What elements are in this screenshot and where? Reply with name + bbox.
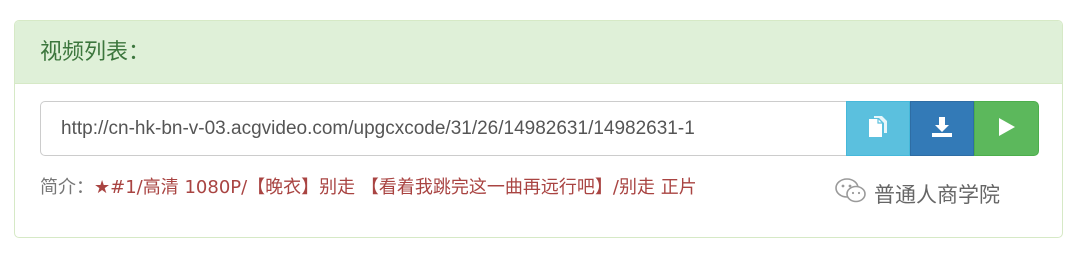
copy-icon [867,115,889,142]
download-icon [931,116,953,141]
intro-text: ★#1/高清 1080P/【晚衣】别走 【看着我跳完这一曲再远行吧】/别走 正片 [94,177,697,198]
url-input-group [40,101,1039,156]
download-button[interactable] [910,101,974,156]
copy-button[interactable] [846,101,910,156]
wechat-icon [834,177,874,210]
watermark-text: 普通人商学院 [874,182,1000,207]
play-icon [998,117,1016,140]
video-url-field[interactable] [40,101,846,156]
video-intro: 简介：★#1/高清 1080P/【晚衣】别走 【看着我跳完这一曲再远行吧】/别走… [40,173,697,203]
watermark: 普通人商学院 [834,177,1000,210]
play-button[interactable] [974,101,1039,156]
panel-title: 视频列表： [15,21,1062,84]
intro-label: 简介： [40,177,94,198]
